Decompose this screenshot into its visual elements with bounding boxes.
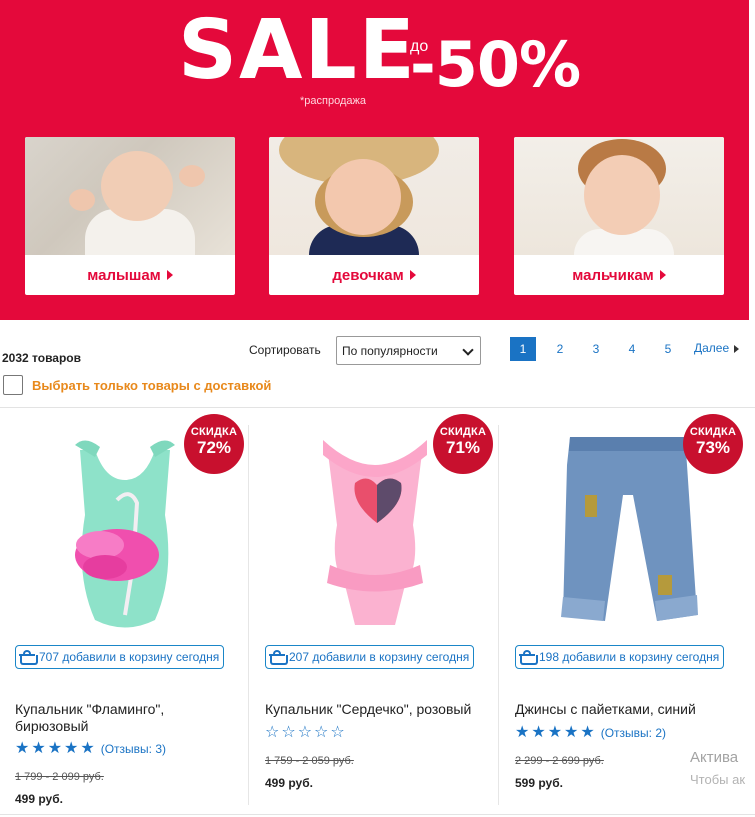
- category-label-babies: малышам: [87, 266, 161, 284]
- product-card[interactable]: СКИДКА 72% 707 добавили в корзину сегодн…: [5, 410, 245, 815]
- sale-percent: -50%: [408, 14, 581, 96]
- caret-right-icon: [734, 344, 740, 353]
- chevron-right-icon: [659, 270, 666, 280]
- divider: [0, 407, 755, 408]
- product-name-line: бирюзовый: [15, 718, 89, 734]
- discount-badge-value: 73%: [695, 438, 731, 457]
- product-name-line: Купальник "Сердечко", розовый: [265, 701, 472, 717]
- discount-badge-value: 71%: [445, 438, 481, 457]
- star-filled-icon: ★: [547, 724, 563, 741]
- page-link-3[interactable]: 3: [583, 337, 609, 361]
- rating-stars[interactable]: ★ ★ ★ ★ ★ (Отзывы: 3): [15, 741, 166, 757]
- product-name-line: Джинсы с пайетками, синий: [515, 701, 696, 717]
- divider: [0, 814, 755, 815]
- star-filled-icon: ★: [47, 740, 63, 757]
- category-card-boys[interactable]: мальчикам: [514, 137, 724, 295]
- discount-badge: СКИДКА 73%: [683, 414, 743, 474]
- star-filled-icon: ★: [515, 724, 530, 741]
- star-filled-icon: ★: [580, 724, 595, 741]
- page-link-1[interactable]: 1: [510, 337, 536, 361]
- discount-badge-value: 72%: [196, 438, 232, 457]
- current-price: 499 руб.: [15, 792, 63, 806]
- chevron-right-icon: [409, 270, 416, 280]
- delivery-filter[interactable]: Выбрать только товары с доставкой: [3, 375, 271, 395]
- chevron-right-icon: [166, 270, 173, 280]
- star-empty-icon: ☆: [265, 724, 280, 741]
- discount-badge-label: СКИДКА: [689, 426, 737, 438]
- chevron-down-icon: [462, 344, 474, 356]
- delivery-checkbox[interactable]: [3, 375, 23, 395]
- category-link-boys[interactable]: мальчикам: [514, 255, 724, 295]
- category-card-girls[interactable]: девочкам: [269, 137, 479, 295]
- category-photo-boys: [514, 137, 724, 255]
- star-empty-icon: ☆: [297, 724, 313, 741]
- category-link-babies[interactable]: малышам: [25, 255, 235, 295]
- sale-percent-value: -50%: [410, 28, 581, 101]
- current-price: 499 руб.: [265, 776, 313, 790]
- cart-popularity-pill: 207 добавили в корзину сегодня: [265, 645, 475, 669]
- old-price: 2 299 - 2 699 руб.: [515, 755, 604, 767]
- next-page-link[interactable]: Далее: [694, 341, 740, 355]
- category-photo-babies: [25, 137, 235, 255]
- star-empty-icon: ☆: [330, 724, 345, 741]
- column-divider: [498, 425, 499, 805]
- star-empty-icon: ☆: [314, 724, 329, 741]
- rating-stars[interactable]: ☆ ☆ ☆ ☆ ☆: [265, 725, 347, 741]
- discount-badge: СКИДКА 72%: [184, 414, 244, 474]
- sort-select-value: По популярности: [342, 343, 438, 358]
- product-count: 2032 товаров: [2, 351, 82, 365]
- star-filled-icon: ★: [15, 740, 30, 757]
- product-name[interactable]: Джинсы с пайетками, синий: [515, 701, 696, 718]
- sale-asterisk: *: [388, 16, 397, 41]
- page-link-4[interactable]: 4: [619, 337, 645, 361]
- product-name-line: Купальник "Фламинго",: [15, 701, 165, 717]
- old-price: 1 759 - 2 059 руб.: [265, 755, 354, 767]
- rating-stars[interactable]: ★ ★ ★ ★ ★ (Отзывы: 2): [515, 725, 666, 741]
- product-card[interactable]: СКИДКА 71% 207 добавили в корзину сегодн…: [255, 410, 495, 815]
- star-filled-icon: ★: [564, 724, 579, 741]
- reviews-link[interactable]: (Отзывы: 2): [601, 726, 666, 740]
- old-price: 1 799 - 2 099 руб.: [15, 771, 104, 783]
- star-filled-icon: ★: [64, 740, 79, 757]
- sort-select[interactable]: По популярности: [336, 336, 481, 365]
- star-empty-icon: ☆: [281, 724, 296, 741]
- reviews-link[interactable]: (Отзывы: 3): [101, 742, 166, 756]
- star-filled-icon: ★: [531, 724, 546, 741]
- cart-popularity-text: 207 добавили в корзину сегодня: [289, 650, 470, 664]
- basket-icon: [269, 650, 288, 665]
- sale-up-to: до: [410, 38, 429, 55]
- activation-watermark-text: Чтобы ак: [690, 772, 746, 787]
- discount-badge-label: СКИДКА: [439, 426, 487, 438]
- next-page-label: Далее: [694, 341, 730, 355]
- sale-footnote: *распродажа: [300, 95, 366, 107]
- category-label-girls: девочкам: [332, 266, 404, 284]
- sale-banner[interactable]: SALE * -50% до *распродажа малышам девоч…: [0, 0, 749, 320]
- basket-icon: [19, 650, 38, 665]
- discount-badge: СКИДКА 71%: [433, 414, 493, 474]
- basket-icon: [519, 650, 538, 665]
- cart-popularity-text: 707 добавили в корзину сегодня: [39, 650, 220, 664]
- category-photo-girls: [269, 137, 479, 255]
- product-name[interactable]: Купальник "Фламинго", бирюзовый: [15, 701, 164, 735]
- star-filled-icon: ★: [80, 740, 95, 757]
- product-name[interactable]: Купальник "Сердечко", розовый: [265, 701, 471, 718]
- category-label-boys: мальчикам: [572, 266, 654, 284]
- delivery-filter-label[interactable]: Выбрать только товары с доставкой: [32, 378, 271, 393]
- cart-popularity-text: 198 добавили в корзину сегодня: [539, 650, 720, 664]
- category-card-babies[interactable]: малышам: [25, 137, 235, 295]
- page-link-2[interactable]: 2: [547, 337, 573, 361]
- current-price: 599 руб.: [515, 776, 563, 790]
- column-divider: [248, 425, 249, 805]
- discount-badge-label: СКИДКА: [190, 426, 238, 438]
- activation-watermark-title: Актива: [690, 749, 739, 766]
- star-filled-icon: ★: [31, 740, 46, 757]
- sale-headline: SALE: [178, 3, 417, 98]
- cart-popularity-pill: 198 добавили в корзину сегодня: [515, 645, 725, 669]
- category-link-girls[interactable]: девочкам: [269, 255, 479, 295]
- page-link-5[interactable]: 5: [655, 337, 681, 361]
- cart-popularity-pill: 707 добавили в корзину сегодня: [15, 645, 225, 669]
- sort-label: Сортировать: [249, 343, 321, 357]
